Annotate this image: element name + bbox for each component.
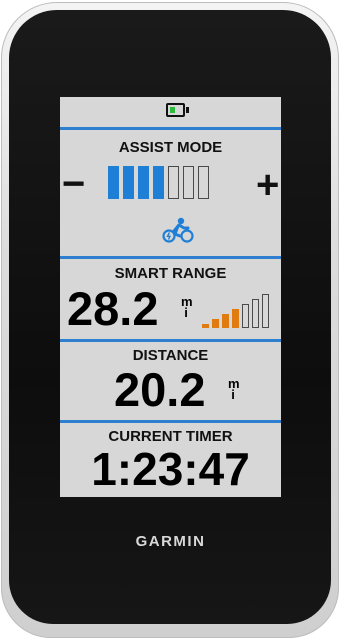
separator: [60, 420, 281, 423]
smart-range-bar: [252, 299, 259, 328]
display-screen: ASSIST MODE − + SMART RANGE 28.2 m i DIS…: [60, 97, 281, 497]
separator: [60, 256, 281, 259]
brand-logo: GARMIN: [135, 533, 206, 550]
assist-decrease-button[interactable]: −: [62, 164, 85, 204]
assist-level-bar: [123, 166, 134, 199]
distance-value: 20.2: [114, 363, 206, 416]
assist-level-bar: [183, 166, 194, 199]
ebike-icon: [162, 217, 194, 243]
smart-range-bar: [222, 314, 229, 328]
assist-level-bar: [168, 166, 179, 199]
assist-level-bar: [138, 166, 149, 199]
smart-range-bar: [242, 304, 249, 328]
smart-range-unit-bottom: i: [184, 305, 188, 320]
assist-level-bar: [108, 166, 119, 199]
separator: [60, 127, 281, 130]
assist-level-bar: [153, 166, 164, 199]
smart-range-bar: [202, 324, 209, 328]
assist-increase-button[interactable]: +: [256, 165, 279, 205]
smart-range-label: SMART RANGE: [114, 265, 227, 282]
assist-mode-label: ASSIST MODE: [118, 139, 223, 156]
distance-label: DISTANCE: [132, 347, 209, 364]
smart-range-bar: [232, 309, 239, 328]
current-timer-value: 1:23:47: [91, 443, 250, 495]
distance-unit-bottom: i: [231, 387, 235, 402]
smart-range-bar: [262, 294, 269, 328]
separator: [60, 339, 281, 342]
smart-range-value: 28.2: [67, 282, 159, 335]
assist-level-bar: [198, 166, 209, 199]
smart-range-bar: [212, 319, 219, 328]
